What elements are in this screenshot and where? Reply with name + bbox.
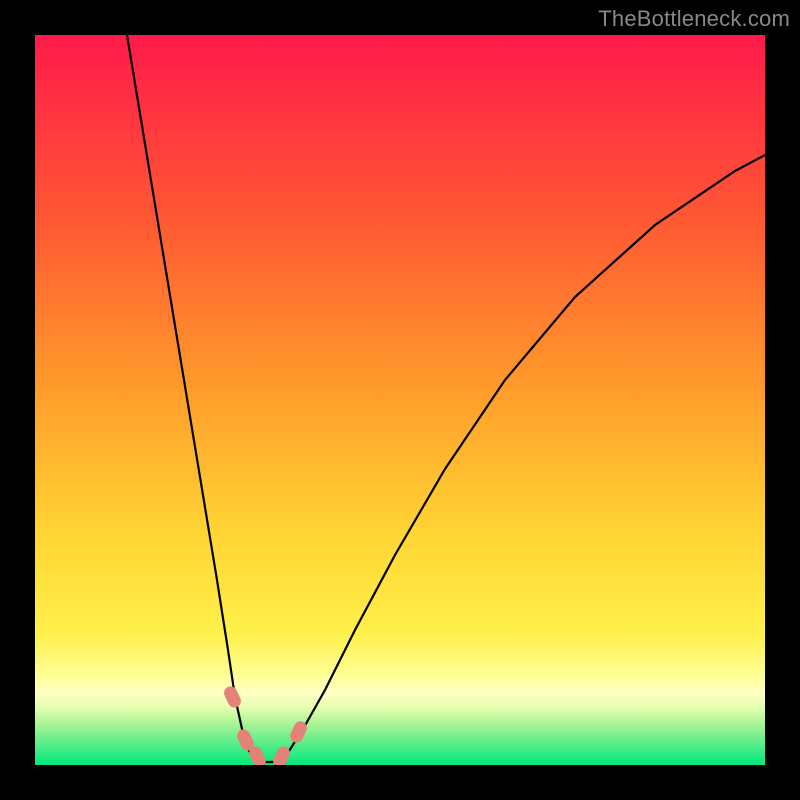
bottleneck-curve bbox=[35, 35, 765, 765]
plot-area bbox=[35, 35, 765, 765]
watermark-text: TheBottleneck.com bbox=[598, 6, 790, 32]
